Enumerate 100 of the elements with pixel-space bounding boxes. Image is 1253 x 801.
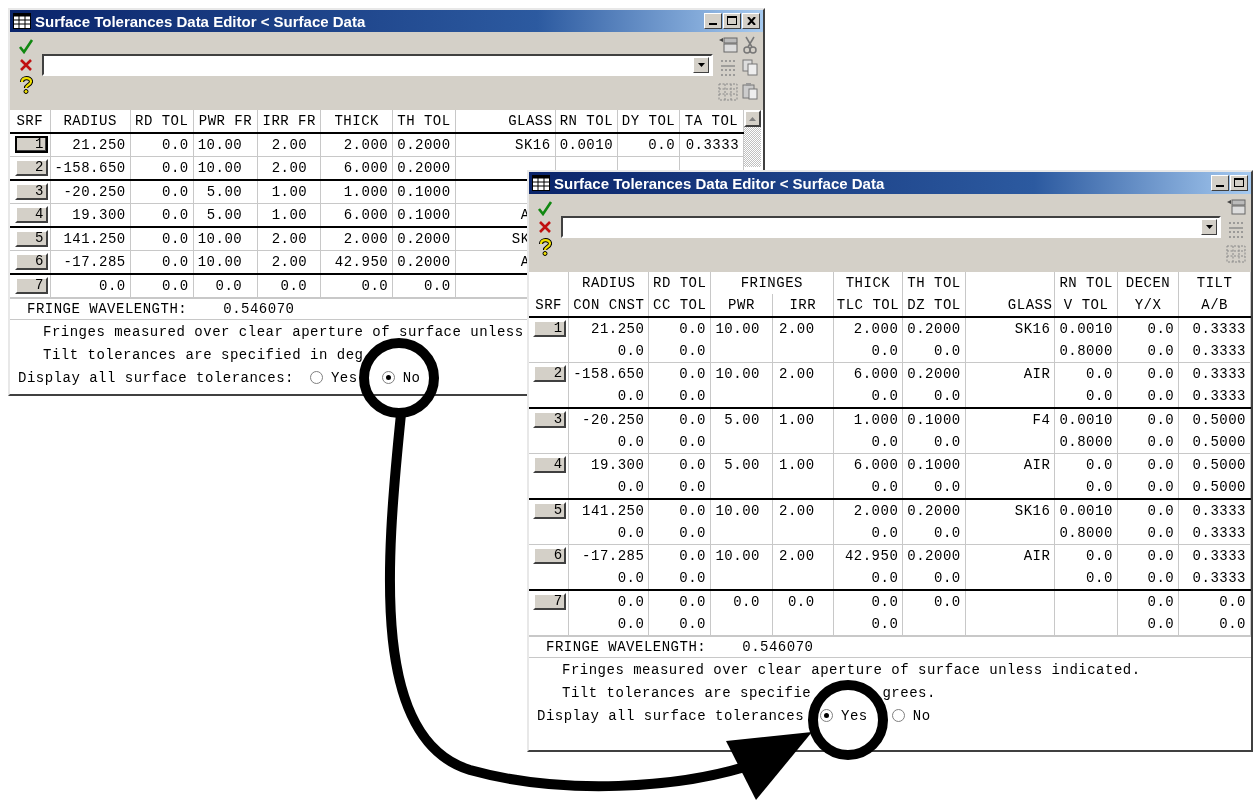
check-icon[interactable] (18, 38, 34, 54)
table-cell: 0.0010 (1054, 408, 1118, 431)
maximize-button[interactable] (1230, 175, 1248, 191)
surface-button[interactable]: 7 (533, 593, 567, 610)
maximize-button[interactable] (723, 13, 741, 29)
table-cell: 10.00 (193, 227, 258, 251)
radio-button[interactable]: Yes (309, 369, 358, 386)
table-cell: 0.0 (710, 590, 773, 613)
radio-button[interactable]: No (891, 707, 931, 724)
pages-icon[interactable] (1225, 198, 1247, 216)
pages-icon[interactable] (717, 36, 739, 54)
column-header: RN TOL (1054, 272, 1118, 294)
table-cell: 0.3333 (1178, 362, 1251, 385)
table-cell: 0.2000 (392, 227, 456, 251)
surface-button[interactable]: 3 (14, 183, 48, 200)
table-cell: 0.0 (833, 476, 903, 499)
table-cell: 2.00 (772, 544, 834, 567)
note-text: grees. (882, 684, 936, 701)
table-cell: 0.0 (902, 340, 966, 363)
radio-circle[interactable] (891, 709, 905, 722)
table-cell: 0.0 (902, 476, 966, 499)
radio-circle[interactable] (309, 371, 323, 384)
clipboard-icon[interactable] (741, 82, 759, 100)
scrollbar[interactable] (744, 110, 762, 167)
table-cell: 0.0 (1117, 362, 1179, 385)
minimize-icon (1216, 185, 1224, 187)
command-field[interactable] (561, 216, 1221, 238)
scroll-up-button[interactable] (744, 110, 762, 127)
surface-button[interactable]: 5 (14, 230, 48, 247)
column-header: PWR (710, 294, 773, 317)
surface-button[interactable]: 3 (533, 411, 567, 428)
table-cell: 0.0 (833, 522, 903, 545)
table-cell: 0.5000 (1178, 476, 1251, 499)
cross-icon[interactable] (19, 58, 33, 72)
radio-button[interactable]: Yes (820, 707, 868, 724)
table-cell: 21.250 (50, 133, 131, 157)
table-cell: 0.1000 (902, 408, 966, 431)
table-cell: 0.0 (568, 590, 649, 613)
minimize-button[interactable] (1211, 175, 1229, 191)
fringe-wavelength-value: 0.546070 (742, 639, 814, 655)
surface-button[interactable]: 2 (533, 365, 567, 382)
table-cell: 0.0 (648, 544, 711, 567)
surface-button[interactable]: 6 (14, 253, 48, 270)
table-cell: 0.0 (648, 590, 711, 613)
radio-button[interactable]: No (381, 369, 421, 386)
table-cell: 0.0 (1117, 567, 1179, 590)
surface-button[interactable]: 4 (14, 206, 48, 223)
surface-button[interactable]: 1 (14, 136, 48, 153)
table-cell: 0.0 (1117, 544, 1179, 567)
table-cell: 0.2000 (392, 133, 456, 157)
table-cell: 0.0 (1054, 567, 1118, 590)
table-cell: 0.0 (193, 274, 258, 298)
column-header: RD TOL (130, 110, 194, 133)
table-cell: 0.8000 (1054, 431, 1118, 454)
table-cell: AIR (965, 544, 1055, 567)
surface-button[interactable]: 7 (14, 277, 48, 294)
table-cell: 0.0 (617, 133, 680, 157)
table-cell: 0.2000 (392, 250, 456, 274)
table-cell: 0.0 (1117, 385, 1179, 408)
table-cell: 0.0 (648, 476, 711, 499)
radio-circle[interactable] (820, 709, 834, 722)
table-cell: 19.300 (50, 203, 131, 227)
table-cell: 0.0 (1117, 476, 1179, 499)
command-field[interactable] (42, 54, 713, 76)
table-cell: -158.650 (568, 362, 649, 385)
surface-button[interactable]: 1 (533, 320, 567, 337)
table-cell: 0.0 (833, 340, 903, 363)
table-cell: 10.00 (193, 156, 258, 180)
caret-icon (697, 63, 705, 67)
table-cell: 42.950 (320, 250, 393, 274)
table-cell: 0.0 (1117, 408, 1179, 431)
column-header: FRINGES (710, 272, 834, 294)
help-icon[interactable] (538, 238, 552, 256)
dropdown-button[interactable] (693, 57, 709, 73)
help-icon[interactable] (19, 76, 33, 94)
dropdown-button[interactable] (1201, 219, 1217, 235)
table-cell: 0.1000 (392, 180, 456, 204)
close-button[interactable] (742, 13, 760, 29)
column-header: RN TOL (555, 110, 618, 133)
table-cell: 0.0 (902, 590, 966, 613)
copy-icon[interactable] (741, 58, 759, 76)
surface-button[interactable]: 4 (533, 456, 567, 473)
radio-circle[interactable] (381, 371, 395, 384)
table-cell: 0.0 (568, 567, 649, 590)
column-header: RADIUS (50, 110, 131, 133)
table-cell: 0.0 (648, 567, 711, 590)
table-cell: 19.300 (568, 453, 649, 476)
table-cell: 0.5000 (1178, 453, 1251, 476)
surface-button[interactable]: 5 (533, 502, 567, 519)
table-cell: 0.0 (130, 227, 194, 251)
minimize-button[interactable] (704, 13, 722, 29)
surface-button[interactable]: 6 (533, 547, 567, 564)
scissors-icon[interactable] (741, 36, 759, 54)
column-header: DZ TOL (902, 294, 966, 317)
table-cell: 10.00 (710, 544, 773, 567)
table-cell: 21.250 (568, 317, 649, 340)
cross-icon[interactable] (538, 220, 552, 234)
note-text: Fringes measured over clear aperture of surface unless indicated. (562, 661, 1141, 678)
surface-button[interactable]: 2 (14, 159, 48, 176)
check-icon[interactable] (537, 200, 553, 216)
